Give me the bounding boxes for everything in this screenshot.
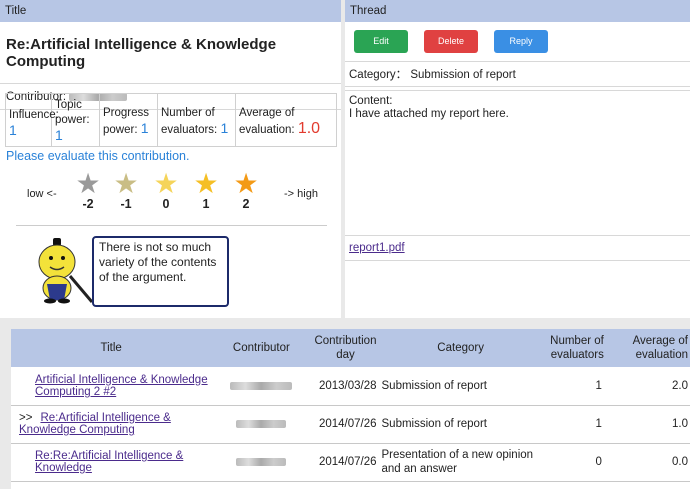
reply-button[interactable]: Reply [494,30,548,53]
stat-number-of-evaluators: Number of evaluators: 1 [158,94,236,146]
evaluate-prompt: Please evaluate this contribution. [6,149,190,163]
panel-header-thread: Thread [345,0,690,22]
col-contributor: Contributor [211,329,312,367]
star-icon: ★ [233,168,259,199]
rate-star-2[interactable]: ★ 2 [231,168,261,212]
post-title: Re:Artificial Intelligence & Knowledge C… [0,22,341,84]
row-average: 1.0 [609,405,690,444]
row-evaluators: 1 [541,367,610,406]
stat-progress-power: Progress power: 1 [100,94,158,146]
row-average: 0.0 [609,443,690,482]
row-category: Presentation of a new opinion and an ans… [379,443,542,482]
star-score: 1 [202,197,210,211]
row-title-link[interactable]: Re:Re:Artificial Intelligence & Knowledg… [35,450,183,474]
table-row: Re:Re:Artificial Intelligence & Knowledg… [11,443,690,482]
row-category: Submission of report [379,405,542,444]
rate-star-minus-1[interactable]: ★ -1 [111,168,141,212]
row-average: 2.0 [609,367,690,406]
stat-topic-power: Topic power: 1 [52,94,100,146]
attachment-link[interactable]: report1.pdf [349,242,405,254]
stat-label-with-value: Average of evaluation: 1.0 [239,106,325,138]
stat-label: Average of evaluation: [239,107,295,136]
row-title-cell: >> Re:Artificial Intelligence & Knowledge… [11,405,212,444]
edit-button[interactable]: Edit [354,30,408,53]
comment-bubble: There is not so much variety of the cont… [92,236,229,307]
row-contributor [211,443,312,482]
col-evaluators: Number of evaluators [541,329,610,367]
stat-label: Topic power: [55,99,90,126]
thread-table: Title Contributor Contribution day Categ… [11,329,690,489]
divider [16,225,327,226]
stat-label: Influence: [9,109,59,121]
post-detail-panel: Title Re:Artificial Intelligence & Knowl… [0,0,341,318]
low-label: low <- [27,188,57,200]
row-category: Submission of report [379,367,542,406]
attachment-row: report1.pdf [345,236,690,261]
rate-star-1[interactable]: ★ 1 [191,168,221,212]
col-day: Contribution day [311,329,380,367]
stat-value: 1 [220,120,229,136]
star-icon: ★ [153,168,179,199]
stat-value: 1 [55,127,63,143]
table-row: >> Re:Artificial Intelligence & Knowledge… [11,405,690,444]
delete-button[interactable]: Delete [424,30,478,53]
star-icon: ★ [193,168,219,199]
content-box: Content: I have attached my report here. [345,90,690,236]
row-title-link[interactable]: Re:Artificial Intelligence & Knowledge C… [19,412,171,436]
content-label: Content: [349,95,393,107]
col-average: Average of evaluation [609,329,690,367]
star-score: 0 [162,197,170,211]
stat-average-evaluation: Average of evaluation: 1.0 [236,94,336,146]
row-day: 2013/03/28 [311,367,380,406]
action-buttons: Edit Delete Reply [345,22,690,62]
row-title-cell: Artificial Intelligence & Knowledge Comp… [11,367,212,406]
row-day: 2014/07/26 [311,443,380,482]
rating-stars: low <- ★ -2 ★ -1 ★ 0 ★ 1 ★ 2 -> high [0,170,341,212]
stat-value: 1.0 [297,120,321,137]
category-line: Category： Submission of report [345,62,690,87]
contributor-name-redacted [236,457,287,466]
panel-header-title: Title [0,0,341,22]
table-header-row: Title Contributor Contribution day Categ… [11,329,690,367]
row-title-cell: Re:Re:Artificial Intelligence & Knowledg… [11,443,212,482]
high-label: -> high [284,188,318,200]
star-score: -1 [120,197,132,211]
col-category: Category [379,329,542,367]
rate-star-minus-2[interactable]: ★ -2 [73,168,103,212]
contributor-name-redacted [236,419,287,428]
stats-box: Influence: 1 Topic power: 1 Progress pow… [5,93,337,147]
row-marker: >> [19,412,33,424]
col-title: Title [11,329,212,367]
star-icon: ★ [75,168,101,199]
thread-panel: Thread Edit Delete Reply Category： Submiss… [345,0,690,318]
stat-label-with-value: Progress power: 1 [103,106,155,138]
stat-value: 1 [140,120,149,136]
mascot-character-icon [38,238,94,304]
row-title-link[interactable]: Artificial Intelligence & Knowledge Comp… [35,374,208,398]
star-score: 2 [242,197,250,211]
stat-influence: Influence: 1 [6,94,59,146]
rate-star-0[interactable]: ★ 0 [151,168,181,212]
row-contributor [211,405,312,444]
table-row: Artificial Intelligence & Knowledge Comp… [11,367,690,406]
row-evaluators: 1 [541,405,610,444]
content-text: I have attached my report here. [349,108,509,120]
contributor-name-redacted [230,381,293,390]
stat-value: 1 [9,122,17,138]
stat-label-with-value: Number of evaluators: 1 [161,106,233,138]
star-icon: ★ [113,168,139,199]
row-contributor [211,367,312,406]
star-score: -2 [82,197,94,211]
row-evaluators: 0 [541,443,610,482]
row-day: 2014/07/26 [311,405,380,444]
stat-label: Number of evaluators: [161,107,218,136]
